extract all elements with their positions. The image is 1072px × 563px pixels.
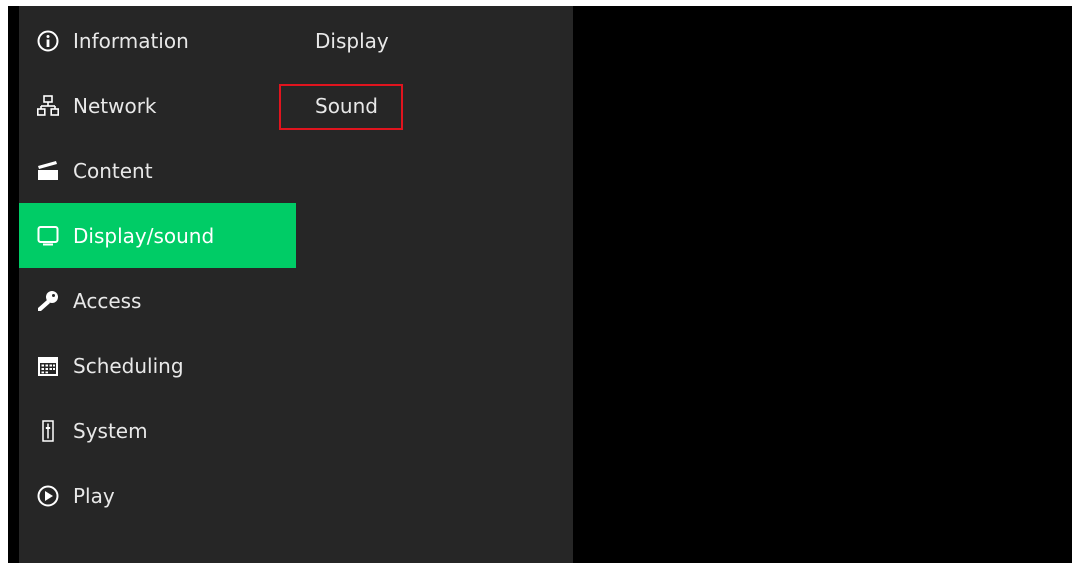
key-icon — [37, 290, 59, 312]
sidebar-item-label: Access — [73, 288, 142, 313]
sidebar-item-label: System — [73, 418, 148, 443]
sidebar-item-information[interactable]: Information — [19, 8, 296, 73]
selection-highlight-box — [279, 84, 403, 130]
sidebar-item-content[interactable]: Content — [19, 138, 296, 203]
app-frame: Information Network Content Display/soun… — [8, 6, 1072, 563]
sidebar-item-display-sound[interactable]: Display/sound — [19, 203, 296, 268]
sidebar-item-system[interactable]: System — [19, 398, 296, 463]
sidebar-item-label: Display/sound — [73, 223, 215, 248]
submenu-item-display[interactable]: Display — [315, 29, 389, 53]
calendar-icon — [37, 355, 59, 377]
sidebar-item-label: Network — [73, 93, 157, 118]
sidebar-item-label: Play — [73, 483, 115, 508]
info-icon — [37, 30, 59, 52]
sidebar-item-play[interactable]: Play — [19, 463, 296, 528]
sidebar-item-access[interactable]: Access — [19, 268, 296, 333]
network-icon — [37, 94, 59, 117]
sidebar-item-label: Scheduling — [73, 353, 184, 378]
play-icon — [37, 485, 59, 507]
sidebar-item-network[interactable]: Network — [19, 73, 296, 138]
monitor-icon — [37, 225, 59, 247]
sidebar-item-label: Content — [73, 158, 153, 183]
clapperboard-icon — [37, 160, 59, 182]
system-icon — [37, 419, 59, 442]
sidebar-item-label: Information — [73, 28, 189, 53]
sidebar-item-scheduling[interactable]: Scheduling — [19, 333, 296, 398]
